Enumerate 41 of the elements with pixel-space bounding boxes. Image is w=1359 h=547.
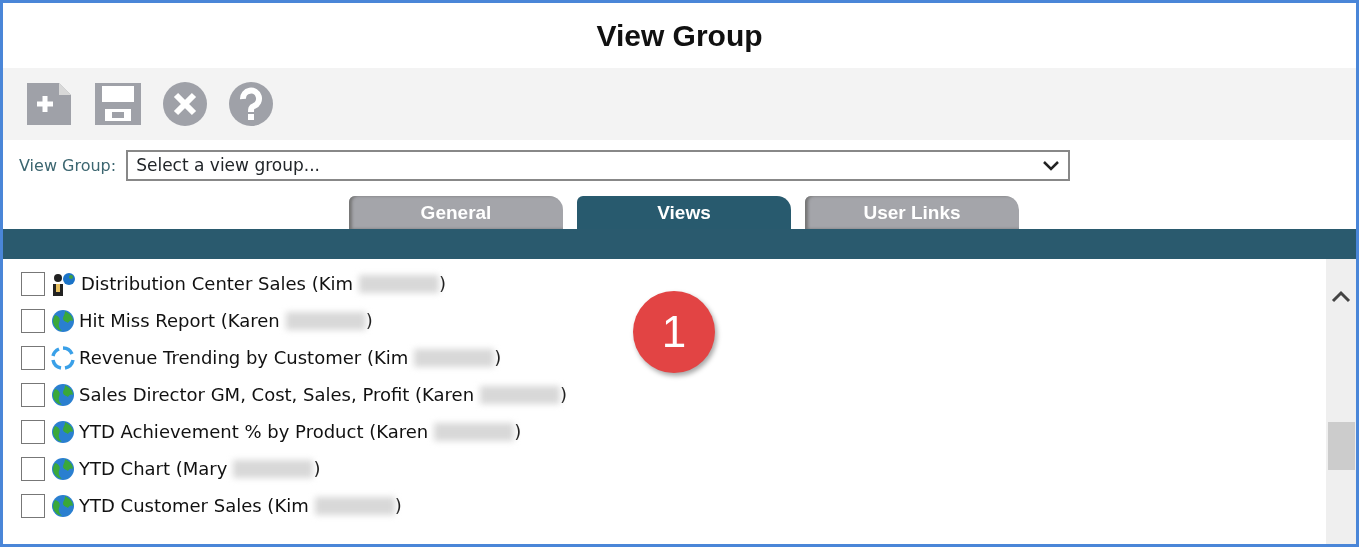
- new-document-icon[interactable]: [27, 83, 73, 125]
- scrollbar[interactable]: [1326, 259, 1356, 544]
- globe-icon: [51, 493, 75, 518]
- checkbox[interactable]: [21, 345, 45, 370]
- view-name: Hit Miss Report (Karen: [79, 309, 280, 333]
- closing-parenthesis: ): [494, 346, 502, 370]
- globe-icon: [51, 419, 75, 444]
- checkbox[interactable]: [21, 308, 45, 333]
- annotation-badge: 1: [633, 291, 715, 373]
- view-name: YTD Chart (Mary: [79, 457, 228, 481]
- view-name: Distribution Center Sales (Kim: [81, 272, 354, 296]
- view-name: YTD Achievement % by Product (Karen: [79, 420, 429, 444]
- help-icon[interactable]: [229, 82, 273, 126]
- globe-icon: [51, 456, 75, 481]
- chevron-down-icon: [1042, 159, 1061, 172]
- scroll-up-icon[interactable]: [1331, 289, 1351, 303]
- checkbox[interactable]: [21, 419, 45, 444]
- window-title: View Group: [595, 17, 764, 54]
- checkbox[interactable]: [21, 382, 45, 407]
- globe-icon: [51, 308, 75, 333]
- view-name: Revenue Trending by Customer (Kim: [79, 346, 409, 370]
- globe-icon: [51, 382, 75, 407]
- closing-parenthesis: ): [394, 494, 402, 518]
- close-circle-icon[interactable]: [163, 82, 207, 126]
- scrollbar-thumb[interactable]: [1328, 422, 1355, 470]
- closing-parenthesis: ): [560, 383, 568, 407]
- cycle-arrows-icon: [51, 345, 75, 370]
- people-icon: [51, 271, 77, 296]
- closing-parenthesis: ): [439, 272, 447, 296]
- closing-parenthesis: ): [514, 420, 522, 444]
- view-group-select[interactable]: Select a view group...: [126, 150, 1071, 181]
- view-name: YTD Customer Sales (Kim: [79, 494, 309, 518]
- view-name: Sales Director GM, Cost, Sales, Profit (Karen: [79, 383, 475, 407]
- view-group-label: View Group:: [19, 154, 117, 177]
- closing-parenthesis: ): [365, 309, 373, 333]
- checkbox[interactable]: [21, 456, 45, 481]
- tab[interactable]: Views: [577, 196, 791, 229]
- select-value: Select a view group...: [136, 153, 320, 177]
- closing-parenthesis: ): [313, 457, 321, 481]
- checkbox[interactable]: [21, 271, 45, 296]
- checkbox[interactable]: [21, 493, 45, 518]
